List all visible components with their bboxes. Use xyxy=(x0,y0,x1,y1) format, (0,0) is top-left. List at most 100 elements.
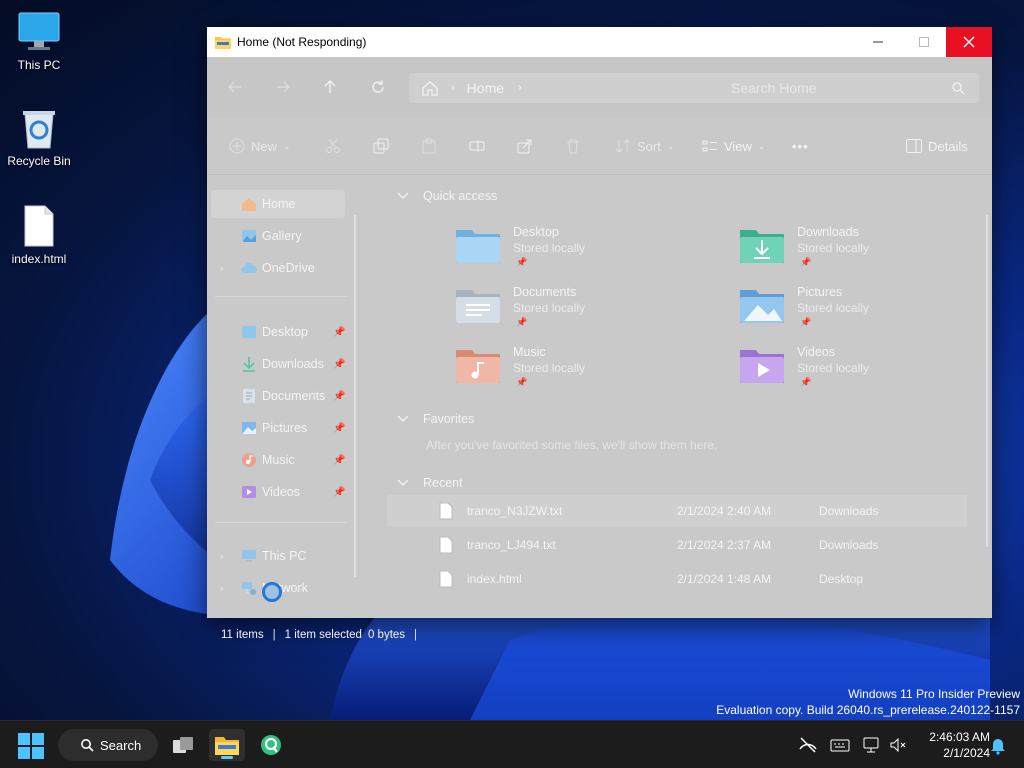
recent-file-date: 2/1/2024 2:40 AM xyxy=(677,504,772,518)
file-explorer-taskbar-button[interactable] xyxy=(209,729,245,761)
section-title: Favorites xyxy=(423,412,475,426)
item-name: Videos xyxy=(797,345,835,359)
taskbar-search-button[interactable]: Search xyxy=(58,729,158,761)
paste-icon[interactable] xyxy=(421,138,437,154)
picture-icon xyxy=(242,422,256,434)
sidebar-divider xyxy=(215,296,347,297)
videos-folder-icon xyxy=(740,350,784,383)
copy-icon[interactable] xyxy=(373,138,389,154)
search-placeholder: Search Home xyxy=(731,80,817,96)
delete-icon[interactable] xyxy=(565,138,581,154)
cut-icon[interactable] xyxy=(325,138,341,154)
rename-icon[interactable] xyxy=(469,138,485,154)
pin-icon: 📌 xyxy=(333,422,346,434)
app-q-icon xyxy=(261,735,281,755)
sidebar-item-desktop[interactable]: Desktop 📌 xyxy=(207,318,347,346)
quick-access-videos[interactable]: Videos Stored locally 📌 xyxy=(740,341,1000,395)
sidebar-item-home[interactable]: Home xyxy=(211,190,345,218)
share-icon[interactable] xyxy=(517,138,533,154)
sidebar-scrollbar[interactable] xyxy=(354,215,356,577)
pictures-folder-icon xyxy=(740,290,784,323)
system-clock[interactable]: 2:46:03 AM 2/1/2024 xyxy=(929,729,990,761)
sort-button[interactable]: Sort ⌄ xyxy=(615,136,674,156)
up-arrow-icon[interactable] xyxy=(322,79,338,95)
recent-header[interactable]: Recent xyxy=(397,476,463,490)
gallery-icon xyxy=(242,230,256,242)
sidebar-item-label: Pictures xyxy=(262,421,308,435)
sidebar-item-videos[interactable]: Videos 📌 xyxy=(207,478,347,506)
notification-bell-icon[interactable] xyxy=(988,735,1008,755)
forward-arrow-icon[interactable] xyxy=(275,79,291,95)
document-icon xyxy=(243,389,255,403)
new-button[interactable]: New ⌄ xyxy=(229,136,291,156)
sidebar-item-downloads[interactable]: Downloads 📌 xyxy=(207,350,347,378)
windows-start-icon[interactable] xyxy=(18,733,44,759)
search-box[interactable]: Search Home xyxy=(717,73,979,103)
chevron-down-icon xyxy=(397,479,409,486)
quick-access-downloads[interactable]: Downloads Stored locally 📌 xyxy=(740,221,1000,275)
recent-file-date: 2/1/2024 1:48 AM xyxy=(677,572,772,586)
quick-access-desktop[interactable]: Desktop Stored locally 📌 xyxy=(456,221,716,275)
recent-file-name: index.html xyxy=(467,572,522,586)
refresh-icon[interactable] xyxy=(370,79,386,95)
chevron-right-icon[interactable]: › xyxy=(220,263,223,274)
folder-icon xyxy=(215,37,231,49)
sidebar-item-label: Music xyxy=(262,453,295,467)
desktop-icon-index-html[interactable]: index.html xyxy=(1,204,77,266)
sidebar-item-documents[interactable]: Documents 📌 xyxy=(207,382,347,410)
quick-access-music[interactable]: Music Stored locally 📌 xyxy=(456,341,716,395)
status-divider: | xyxy=(272,629,276,641)
busy-cursor-icon xyxy=(262,582,282,602)
music-icon xyxy=(242,453,256,467)
command-bar: New ⌄ Sort ⌄ View ⌄ ••• Details xyxy=(207,117,992,175)
task-view-button[interactable] xyxy=(165,729,201,761)
breadcrumb-home[interactable]: Home xyxy=(467,80,504,96)
item-name: Pictures xyxy=(797,285,843,299)
back-arrow-icon[interactable] xyxy=(227,79,243,95)
breadcrumb-chevron-icon[interactable]: › xyxy=(518,82,522,94)
recycle-bin-icon xyxy=(23,111,55,149)
more-options-button[interactable]: ••• xyxy=(792,136,809,156)
keyboard-icon[interactable] xyxy=(830,735,850,755)
details-label: Details xyxy=(928,138,968,154)
chevron-right-icon[interactable]: › xyxy=(220,583,223,594)
network-disconnected-icon[interactable] xyxy=(798,735,818,755)
title-bar[interactable]: Home (Not Responding) xyxy=(207,27,992,57)
sidebar-item-gallery[interactable]: Gallery xyxy=(207,222,347,250)
recent-row[interactable]: tranco_LJ494.txt 2/1/2024 2:37 AM Downlo… xyxy=(387,529,967,561)
recent-row[interactable]: tranco_N3JZW.txt 2/1/2024 2:40 AM Downlo… xyxy=(387,495,967,527)
search-icon xyxy=(81,739,94,752)
desktop-icon-this-pc[interactable]: This PC xyxy=(1,10,77,72)
minimize-icon xyxy=(873,41,883,43)
chevron-right-icon[interactable]: › xyxy=(220,551,223,562)
details-button[interactable]: Details xyxy=(906,136,968,156)
video-icon xyxy=(242,486,256,498)
display-icon[interactable] xyxy=(862,735,882,755)
close-button[interactable] xyxy=(946,27,992,57)
recent-row[interactable]: index.html 2/1/2024 1:48 AM Desktop xyxy=(387,563,967,595)
view-button[interactable]: View ⌄ xyxy=(702,136,766,156)
text-file-icon xyxy=(439,502,453,520)
app-taskbar-button[interactable] xyxy=(253,729,289,761)
content-scrollbar[interactable] xyxy=(986,215,988,547)
quick-access-pictures[interactable]: Pictures Stored locally 📌 xyxy=(740,281,1000,335)
quick-access-header[interactable]: Quick access xyxy=(397,189,497,203)
maximize-button[interactable] xyxy=(901,27,947,57)
sidebar-item-music[interactable]: Music 📌 xyxy=(207,446,347,474)
file-explorer-window[interactable]: Home (Not Responding) › Home › Search Ho… xyxy=(207,27,992,641)
details-pane-icon xyxy=(906,139,922,153)
quick-access-documents[interactable]: Documents Stored locally 📌 xyxy=(456,281,716,335)
pin-icon: 📌 xyxy=(516,317,528,327)
minimize-button[interactable] xyxy=(855,27,901,57)
item-subtitle: Stored locally xyxy=(797,361,870,375)
sidebar-item-pictures[interactable]: Pictures 📌 xyxy=(207,414,347,442)
volume-muted-icon[interactable] xyxy=(888,735,908,755)
favorites-header[interactable]: Favorites xyxy=(397,412,474,426)
evaluation-watermark: Windows 11 Pro Insider Preview Evaluatio… xyxy=(716,686,1020,718)
main-content-pane: Quick access Desktop Stored locally 📌 Do… xyxy=(367,175,992,595)
documents-folder-icon xyxy=(456,290,500,323)
sidebar-item-this-pc[interactable]: › This PC xyxy=(207,542,347,570)
pin-icon: 📌 xyxy=(333,486,346,498)
sidebar-item-onedrive[interactable]: › OneDrive xyxy=(207,254,347,282)
desktop-icon-recycle-bin[interactable]: Recycle Bin xyxy=(1,106,77,168)
